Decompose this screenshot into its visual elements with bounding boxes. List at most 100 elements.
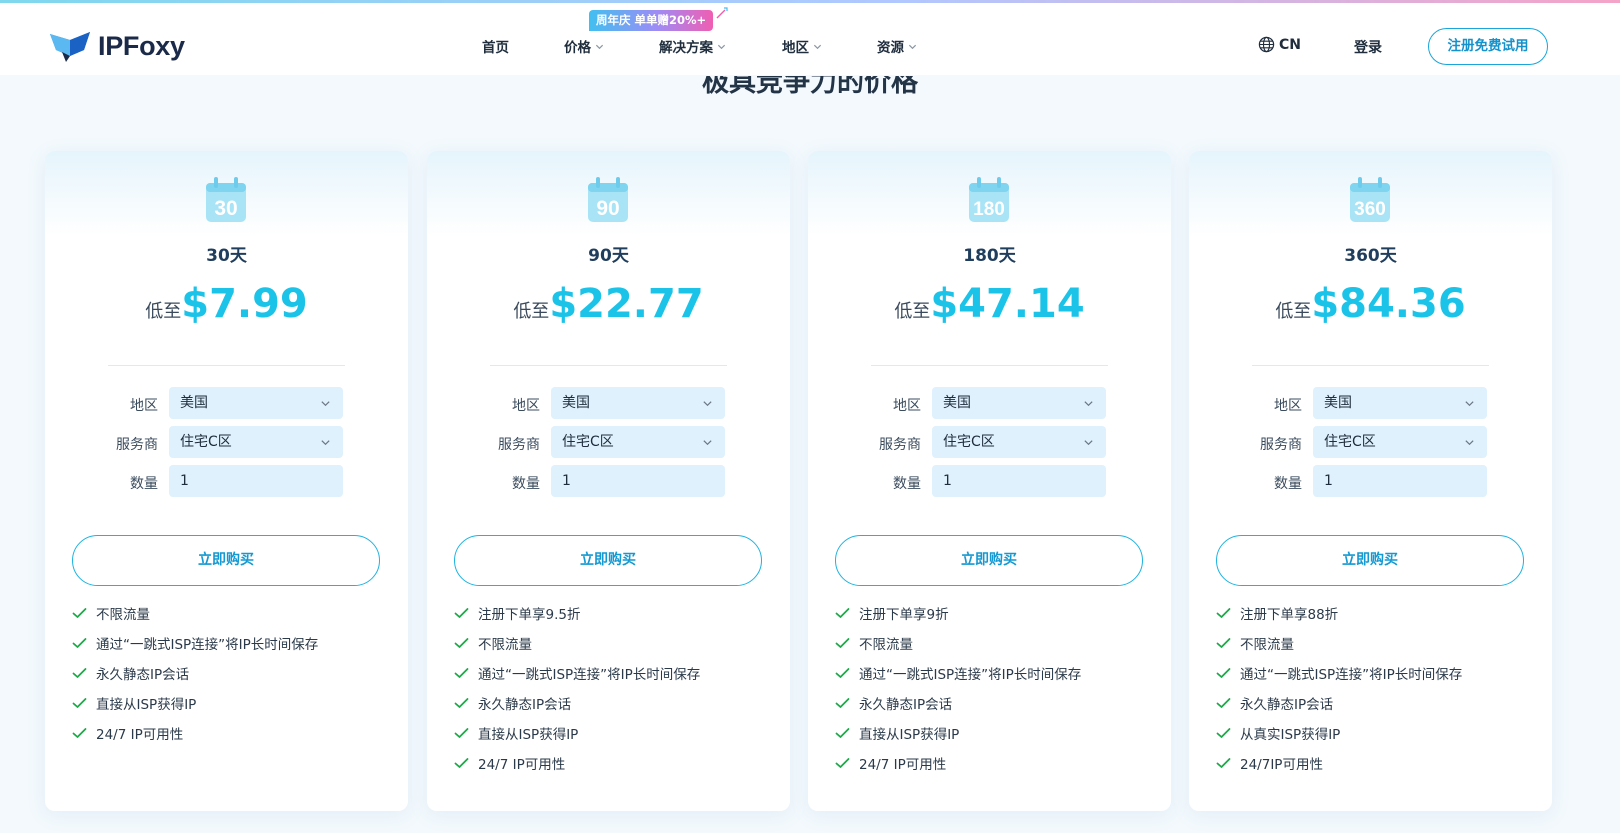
- check-icon: [1216, 668, 1231, 678]
- calendar-number: 30: [214, 197, 237, 220]
- feature-list: 不限流量通过“一跳式ISP连接”将IP长时间保存 永久静态IP会话直接从ISP获得…: [72, 598, 392, 748]
- check-icon: [72, 638, 87, 648]
- feature-item: 直接从ISP获得IP: [835, 718, 1155, 748]
- feature-text: 24/7IP可用性: [1240, 757, 1323, 773]
- chevron-down-icon: [1084, 440, 1093, 446]
- feature-text: 24/7 IP可用性: [96, 727, 184, 743]
- check-icon: [454, 638, 469, 648]
- plan-card: 180 180天 低至$47.14 地区 美国 服务商 住宅C区 数量 1 立即购买 注册下单享9…: [808, 151, 1171, 811]
- feature-text: 永久静态IP会话: [859, 697, 953, 713]
- feature-text: 注册下单享9折: [859, 607, 949, 623]
- check-icon: [835, 608, 850, 618]
- check-icon: [835, 638, 850, 648]
- feature-text: 永久静态IP会话: [478, 697, 572, 713]
- feature-text: 24/7 IP可用性: [478, 757, 566, 773]
- price-prefix: 低至: [513, 301, 550, 322]
- region-value: 美国: [943, 395, 971, 411]
- quantity-value: 1: [943, 473, 952, 489]
- feature-item: 不限流量: [835, 628, 1155, 658]
- provider-select[interactable]: 住宅C区: [551, 426, 725, 458]
- feature-text: 直接从ISP获得IP: [478, 727, 579, 743]
- quantity-input[interactable]: 1: [1313, 465, 1487, 497]
- region-label: 地区: [1274, 398, 1302, 414]
- feature-text: 通过“一跳式ISP连接”将IP长时间保存: [478, 667, 701, 683]
- provider-value: 住宅C区: [1324, 434, 1376, 450]
- divider: [108, 365, 345, 366]
- feature-text: 24/7 IP可用性: [859, 757, 947, 773]
- feature-text: 不限流量: [1240, 637, 1294, 653]
- calendar-icon: 360: [1350, 177, 1390, 222]
- nav-solutions-label: 解决方案: [659, 40, 713, 56]
- nav-solutions[interactable]: 解决方案: [659, 36, 726, 56]
- nav-regions-label: 地区: [782, 40, 809, 56]
- nav-home[interactable]: 首页: [482, 36, 509, 56]
- plan-duration: 90天: [588, 246, 629, 266]
- feature-text: 永久静态IP会话: [96, 667, 190, 683]
- check-icon: [454, 758, 469, 768]
- feature-item: 通过“一跳式ISP连接”将IP长时间保存: [835, 658, 1155, 688]
- region-select[interactable]: 美国: [169, 387, 343, 419]
- check-icon: [835, 698, 850, 708]
- check-icon: [454, 698, 469, 708]
- buy-now-button[interactable]: 立即购买: [835, 535, 1143, 586]
- quantity-input[interactable]: 1: [169, 465, 343, 497]
- check-icon: [1216, 698, 1231, 708]
- buy-now-button[interactable]: 立即购买: [1216, 535, 1524, 586]
- check-icon: [1216, 638, 1231, 648]
- nav-pricing[interactable]: 价格: [564, 36, 604, 56]
- region-select[interactable]: 美国: [932, 387, 1106, 419]
- price-row: 低至$84.36: [1189, 281, 1552, 327]
- feature-item: 永久静态IP会话: [1216, 688, 1536, 718]
- logo[interactable]: IPFoxy: [48, 28, 185, 64]
- provider-label: 服务商: [1260, 437, 1302, 453]
- provider-select[interactable]: 住宅C区: [1313, 426, 1487, 458]
- buy-now-button[interactable]: 立即购买: [454, 535, 762, 586]
- check-icon: [72, 728, 87, 738]
- feature-item: 24/7 IP可用性: [72, 718, 392, 748]
- feature-text: 永久静态IP会话: [1240, 697, 1334, 713]
- feature-item: 注册下单享9折: [835, 598, 1155, 628]
- provider-select[interactable]: 住宅C区: [932, 426, 1106, 458]
- feature-text: 注册下单享9.5折: [478, 607, 581, 623]
- region-select[interactable]: 美国: [551, 387, 725, 419]
- check-icon: [1216, 728, 1231, 738]
- login-link[interactable]: 登录: [1354, 37, 1382, 57]
- feature-item: 直接从ISP获得IP: [72, 688, 392, 718]
- plan-duration: 180天: [963, 246, 1016, 266]
- feature-item: 不限流量: [1216, 628, 1536, 658]
- price-prefix: 低至: [145, 301, 182, 322]
- region-select[interactable]: 美国: [1313, 387, 1487, 419]
- plan-card: 30 30天 低至$7.99 地区 美国 服务商 住宅C区 数量 1 立即购买 不限流量 通过“一跳…: [45, 151, 408, 811]
- feature-item: 从真实ISP获得IP: [1216, 718, 1536, 748]
- quantity-input[interactable]: 1: [932, 465, 1106, 497]
- provider-select[interactable]: 住宅C区: [169, 426, 343, 458]
- language-switcher[interactable]: CN: [1258, 36, 1301, 53]
- feature-text: 不限流量: [96, 607, 150, 623]
- chevron-down-icon: [595, 44, 604, 49]
- feature-item: 永久静态IP会话: [72, 658, 392, 688]
- quantity-input[interactable]: 1: [551, 465, 725, 497]
- feature-item: 通过“一跳式ISP连接”将IP长时间保存: [72, 628, 392, 658]
- check-icon: [72, 608, 87, 618]
- check-icon: [1216, 758, 1231, 768]
- nav-resources[interactable]: 资源: [877, 36, 917, 56]
- feature-item: 24/7IP可用性: [1216, 748, 1536, 778]
- promo-badge[interactable]: 周年庆 单单赠20%+: [589, 10, 714, 31]
- provider-value: 住宅C区: [562, 434, 614, 450]
- quantity-label: 数量: [1274, 476, 1302, 492]
- feature-text: 通过“一跳式ISP连接”将IP长时间保存: [859, 667, 1082, 683]
- quantity-value: 1: [180, 473, 189, 489]
- nav-regions[interactable]: 地区: [782, 36, 822, 56]
- feature-text: 直接从ISP获得IP: [859, 727, 960, 743]
- chevron-down-icon: [1084, 401, 1093, 407]
- buy-now-button[interactable]: 立即购买: [72, 535, 380, 586]
- chevron-down-icon: [717, 44, 726, 49]
- chevron-down-icon: [813, 44, 822, 49]
- signup-button[interactable]: 注册免费试用: [1428, 28, 1548, 65]
- chevron-down-icon: [1465, 401, 1474, 407]
- divider: [1252, 365, 1489, 366]
- divider: [871, 365, 1108, 366]
- feature-text: 通过“一跳式ISP连接”将IP长时间保存: [96, 637, 319, 653]
- nav-pricing-label: 价格: [564, 40, 591, 56]
- region-value: 美国: [180, 395, 208, 411]
